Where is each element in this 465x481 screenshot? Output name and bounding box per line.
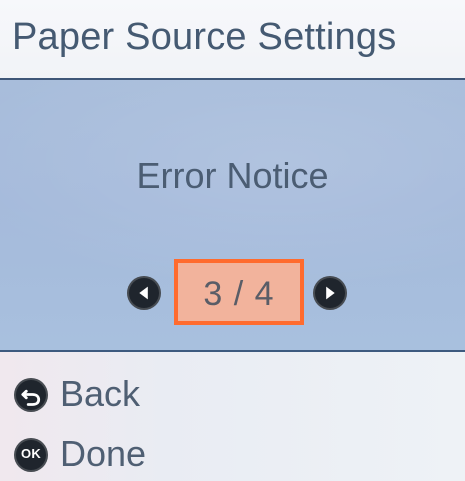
setting-label: Error Notice bbox=[136, 155, 329, 196]
chevron-left-icon bbox=[139, 286, 148, 300]
footer: Back OK Done bbox=[0, 352, 465, 481]
ok-icon-text: OK bbox=[21, 446, 41, 461]
chevron-right-icon bbox=[326, 286, 335, 300]
back-label: Back bbox=[60, 373, 141, 414]
settings-panel: Error Notice 3 / 4 bbox=[0, 80, 465, 352]
header: Paper Source Settings bbox=[0, 0, 465, 80]
page-indicator-text: 3 / 4 bbox=[203, 275, 275, 313]
back-icon bbox=[14, 378, 48, 412]
page-indicator[interactable]: 3 / 4 bbox=[174, 259, 304, 325]
next-page-button[interactable] bbox=[313, 276, 347, 310]
done-label: Done bbox=[60, 433, 147, 474]
page-title: Paper Source Settings bbox=[12, 16, 397, 58]
page-selector: 3 / 4 bbox=[120, 259, 360, 325]
ok-icon: OK bbox=[14, 438, 48, 472]
printer-display: Paper Source Settings Error Notice 3 / 4 bbox=[0, 0, 465, 481]
previous-page-button[interactable] bbox=[127, 276, 161, 310]
